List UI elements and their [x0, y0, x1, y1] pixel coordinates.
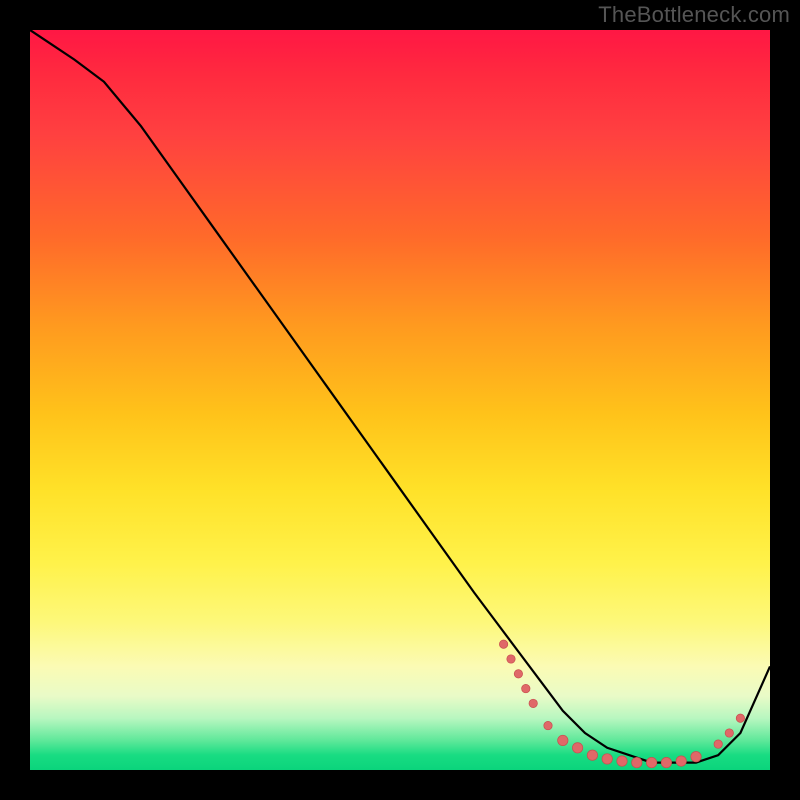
marker-point [691, 752, 701, 762]
marker-point [714, 740, 722, 748]
marker-point [507, 655, 515, 663]
marker-point [529, 699, 537, 707]
marker-point [499, 640, 507, 648]
marker-point [725, 729, 733, 737]
marker-point [544, 721, 552, 729]
bottleneck-curve [30, 30, 770, 763]
chart-frame: TheBottleneck.com [0, 0, 800, 800]
marker-point [617, 756, 627, 766]
marker-point [632, 757, 642, 767]
marker-point [522, 684, 530, 692]
watermark-text: TheBottleneck.com [598, 2, 790, 28]
highlight-markers [499, 640, 744, 768]
marker-point [558, 735, 568, 745]
marker-point [572, 743, 582, 753]
marker-point [661, 757, 671, 767]
marker-point [646, 757, 656, 767]
plot-area [30, 30, 770, 770]
marker-point [736, 714, 744, 722]
marker-point [514, 670, 522, 678]
chart-overlay [30, 30, 770, 770]
marker-point [602, 754, 612, 764]
marker-point [587, 750, 597, 760]
marker-point [676, 756, 686, 766]
